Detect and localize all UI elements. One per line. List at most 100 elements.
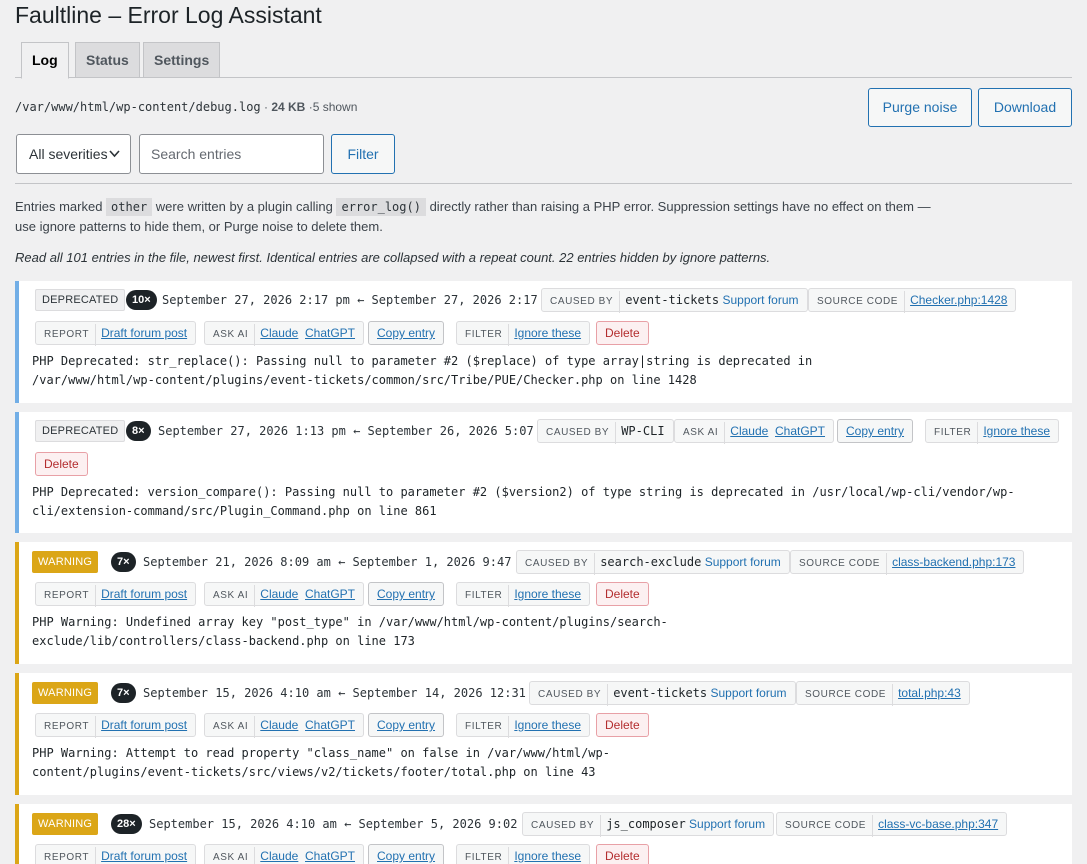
support-forum-link[interactable]: Support forum	[722, 293, 798, 307]
copy-entry-button[interactable]: Copy entry	[368, 713, 445, 737]
chevron-down-icon	[109, 135, 120, 189]
log-entry: WARNING 7× September 15, 2026 4:10 am ← …	[15, 673, 1072, 795]
entry-message: PHP Warning: Undefined array key "post_t…	[32, 615, 668, 648]
report-chip: REPORT Draft forum post	[35, 582, 197, 607]
filter-chip: FILTER Ignore these	[456, 713, 591, 738]
claude-link[interactable]: Claude	[730, 424, 768, 438]
ignore-these-link[interactable]: Ignore these	[514, 849, 581, 863]
log-entry: DEPRECATED 8× September 27, 2026 1:13 pm…	[15, 412, 1072, 533]
entry-dates: September 27, 2026 2:17 pm ← September 2…	[162, 293, 560, 307]
divider	[15, 183, 1072, 184]
severity-badge: DEPRECATED	[35, 289, 126, 311]
severity-select-value: All severities	[29, 146, 108, 162]
filter-chip: FILTER Ignore these	[925, 419, 1060, 444]
page-title: Faultline – Error Log Assistant	[15, 2, 322, 28]
entry-dates: September 21, 2026 8:09 am ← September 1…	[143, 555, 534, 569]
entry-dates: September 15, 2026 4:10 am ← September 1…	[143, 686, 548, 700]
log-entry: DEPRECATED 10× September 27, 2026 2:17 p…	[15, 281, 1072, 403]
support-forum-link[interactable]: Support forum	[710, 686, 786, 700]
delete-button[interactable]: Delete	[596, 844, 649, 864]
log-entry: WARNING 7× September 21, 2026 8:09 am ← …	[15, 542, 1072, 664]
ignore-these-link[interactable]: Ignore these	[514, 326, 581, 340]
draft-forum-post-link[interactable]: Draft forum post	[101, 587, 187, 601]
copy-entry-button[interactable]: Copy entry	[837, 419, 914, 443]
delete-button[interactable]: Delete	[596, 321, 649, 345]
code-error-log: error_log()	[336, 198, 426, 216]
severity-badge: DEPRECATED	[35, 420, 126, 442]
repeat-count: 10×	[126, 290, 157, 310]
log-size: 24 KB	[271, 100, 306, 114]
entry-dates: September 15, 2026 4:10 am ← September 5…	[149, 817, 540, 831]
repeat-count: 7×	[111, 552, 136, 572]
source-file-link[interactable]: class-vc-base.php:347	[878, 817, 998, 831]
source-code-chip: SOURCE CODE class-backend.php:173	[790, 550, 1025, 575]
filter-chip: FILTER Ignore these	[456, 321, 591, 346]
chatgpt-link[interactable]: ChatGPT	[305, 849, 355, 863]
delete-button[interactable]: Delete	[596, 713, 649, 737]
copy-entry-button[interactable]: Copy entry	[368, 582, 445, 606]
source-file-link[interactable]: class-backend.php:173	[892, 555, 1015, 569]
search-input[interactable]	[139, 134, 324, 174]
severity-select[interactable]: All severities	[16, 134, 131, 174]
support-forum-link[interactable]: Support forum	[705, 555, 781, 569]
claude-link[interactable]: Claude	[260, 326, 298, 340]
filter-chip: FILTER Ignore these	[456, 582, 591, 607]
draft-forum-post-link[interactable]: Draft forum post	[101, 326, 187, 340]
draft-forum-post-link[interactable]: Draft forum post	[101, 849, 187, 863]
ignore-these-link[interactable]: Ignore these	[514, 718, 581, 732]
source-file-link[interactable]: Checker.php:1428	[910, 293, 1007, 307]
ask-ai-chip: ASK AI Claude ChatGPT	[204, 582, 365, 607]
copy-entry-button[interactable]: Copy entry	[368, 321, 445, 345]
log-file-info: /var/www/html/wp-content/debug.log · 24 …	[15, 100, 358, 114]
repeat-count: 8×	[126, 421, 151, 441]
entry-message: PHP Deprecated: version_compare(): Passi…	[32, 485, 1015, 518]
shown-count: 5 shown	[312, 100, 358, 114]
source-file-link[interactable]: total.php:43	[898, 686, 961, 700]
report-chip: REPORT Draft forum post	[35, 321, 197, 346]
entry-message: PHP Warning: Attempt to read property "c…	[32, 746, 610, 779]
tab-status[interactable]: Status	[75, 42, 140, 78]
copy-entry-button[interactable]: Copy entry	[368, 844, 445, 864]
tab-bar: Log Status Settings	[15, 42, 1072, 79]
log-path: /var/www/html/wp-content/debug.log	[15, 100, 261, 114]
repeat-count: 7×	[111, 683, 136, 703]
source-code-chip: SOURCE CODE total.php:43	[796, 681, 970, 706]
source-code-chip: SOURCE CODE class-vc-base.php:347	[776, 812, 1008, 837]
caused-by-chip: CAUSED BY event-tickets Support forum	[541, 288, 808, 313]
chatgpt-link[interactable]: ChatGPT	[305, 718, 355, 732]
info-note: Entries marked other were written by a p…	[15, 198, 931, 234]
caused-by-chip: CAUSED BY event-tickets Support forum	[529, 681, 796, 706]
ask-ai-chip: ASK AI Claude ChatGPT	[674, 419, 835, 444]
severity-badge: WARNING	[32, 813, 99, 835]
chatgpt-link[interactable]: ChatGPT	[305, 587, 355, 601]
ask-ai-chip: ASK AI Claude ChatGPT	[204, 844, 365, 864]
tab-log[interactable]: Log	[21, 42, 69, 79]
claude-link[interactable]: Claude	[260, 587, 298, 601]
delete-button[interactable]: Delete	[596, 582, 649, 606]
download-button[interactable]: Download	[978, 88, 1072, 127]
support-forum-link[interactable]: Support forum	[689, 817, 765, 831]
chatgpt-link[interactable]: ChatGPT	[305, 326, 355, 340]
caused-by-chip: CAUSED BY WP-CLI	[537, 419, 674, 444]
summary-text: Read all 101 entries in the file, newest…	[15, 250, 771, 265]
claude-link[interactable]: Claude	[260, 718, 298, 732]
claude-link[interactable]: Claude	[260, 849, 298, 863]
report-chip: REPORT Draft forum post	[35, 844, 197, 864]
purge-noise-button[interactable]: Purge noise	[868, 88, 972, 127]
chatgpt-link[interactable]: ChatGPT	[775, 424, 825, 438]
code-other: other	[106, 198, 153, 216]
source-code-chip: SOURCE CODE Checker.php:1428	[808, 288, 1017, 313]
caused-by-chip: CAUSED BY search-exclude Support forum	[516, 550, 790, 575]
report-chip: REPORT Draft forum post	[35, 713, 197, 738]
tab-settings[interactable]: Settings	[143, 42, 221, 78]
ask-ai-chip: ASK AI Claude ChatGPT	[204, 713, 365, 738]
caused-by-chip: CAUSED BY js_composer Support forum	[522, 812, 775, 837]
draft-forum-post-link[interactable]: Draft forum post	[101, 718, 187, 732]
log-entry: WARNING 28× September 15, 2026 4:10 am ←…	[15, 804, 1072, 864]
severity-badge: WARNING	[32, 551, 99, 573]
ignore-these-link[interactable]: Ignore these	[983, 424, 1050, 438]
delete-button[interactable]: Delete	[35, 452, 88, 476]
ignore-these-link[interactable]: Ignore these	[514, 587, 581, 601]
severity-badge: WARNING	[32, 682, 99, 704]
filter-button[interactable]: Filter	[331, 134, 395, 174]
